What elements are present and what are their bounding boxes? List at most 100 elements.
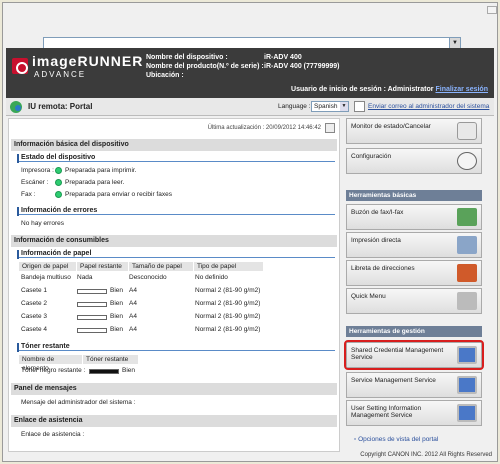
basic-tools-header: Herramientas básicas [346, 190, 482, 201]
user-setting-button[interactable]: User Setting Information Management Serv… [346, 400, 482, 426]
toner-name: Tóner negro restante : [21, 367, 86, 374]
paper-col-header: Origen de papel [19, 262, 77, 271]
language-select[interactable]: Spanish ▼ [311, 101, 349, 112]
paper-size: Desconocido [129, 274, 167, 281]
user-login-text: Usuario de inicio de sesión : Administra… [291, 86, 434, 93]
fax-icon [457, 208, 477, 226]
support-header: Enlace de asistencia [11, 415, 337, 427]
paper-col-header: Tamaño de papel [129, 262, 194, 271]
highlight-box [344, 340, 484, 370]
fax-box-label: Buzón de fax/I-fax [351, 209, 404, 216]
monitor-button[interactable]: Monitor de estado/Cancelar [346, 118, 482, 144]
product-name-label: Nombre del producto(N.º de serie) : [146, 63, 264, 70]
portal-options-label: Opciones de vista del portal [358, 436, 439, 443]
canon-logo-icon [12, 58, 28, 74]
status-label: Escáner : [21, 179, 49, 186]
address-book-icon [457, 264, 477, 282]
device-info-panel: Última actualización : 20/09/2012 14:46:… [8, 118, 340, 452]
paper-type: No definido [195, 274, 228, 281]
service-management-label: Service Management Service [351, 377, 436, 384]
config-button[interactable]: Configuración [346, 148, 482, 174]
user-login-info: Usuario de inicio de sesión : Administra… [291, 86, 488, 93]
screen-icon [457, 376, 477, 394]
paper-source: Casete 4 [21, 326, 48, 333]
status-value: Preparada para enviar o recibir faxes [65, 191, 172, 198]
paper-level-bar [77, 289, 107, 294]
chevron-down-icon: ▼ [340, 102, 348, 111]
paper-source: Bandeja multiuso [21, 274, 71, 281]
toner-col-header: Tóner restante [83, 355, 139, 364]
paper-remaining: Bien [110, 300, 124, 307]
paper-type: Normal 2 (81-90 g/m2) [195, 313, 261, 320]
paper-remaining: Nada [77, 274, 93, 281]
quick-menu-button[interactable]: Quick Menu [346, 288, 482, 314]
tools-panel: Monitor de estado/Cancelar Configuración… [344, 118, 486, 452]
device-name-label: Nombre del dispositivo : [146, 54, 228, 61]
device-status-header: Estado del dispositivo [17, 154, 335, 163]
quick-menu-label: Quick Menu [351, 293, 386, 300]
copyright: Copyright CANON INC. 2012 All Rights Res… [360, 452, 492, 458]
errors-value: No hay errores [21, 220, 64, 227]
address-book-button[interactable]: Libreta de direcciones [346, 260, 482, 286]
paper-source: Casete 3 [21, 313, 48, 320]
portal-icon [10, 101, 22, 113]
basic-info-header: Información básica del dispositivo [11, 139, 337, 151]
status-ok-icon [55, 191, 62, 198]
toner-col-header: Nombre de elemento [19, 355, 83, 372]
printer-icon [457, 236, 477, 254]
fax-box-button[interactable]: Buzón de fax/I-fax [346, 204, 482, 230]
paper-size: A4 [129, 300, 137, 307]
status-label: Fax : [21, 191, 36, 198]
product-logo-line1: imageRUNNER [32, 53, 144, 69]
device-header: imageRUNNER ADVANCE Nombre del dispositi… [6, 48, 494, 98]
screen-icon [457, 404, 477, 422]
mail-icon[interactable] [354, 101, 365, 112]
status-ok-icon [55, 167, 62, 174]
paper-size: A4 [129, 287, 137, 294]
product-name-value: iR-ADV 400 (77799999) [264, 63, 340, 70]
toner-value: Bien [122, 367, 136, 374]
last-update: Última actualización : 20/09/2012 14:46:… [207, 125, 321, 131]
device-name-value: iR-ADV 400 [264, 54, 302, 61]
paper-type: Normal 2 (81-90 g/m2) [195, 326, 261, 333]
admin-mail-link[interactable]: Enviar correo al administrador del siste… [368, 103, 489, 110]
direct-print-label: Impresión directa [351, 237, 401, 244]
language-value: Spanish [314, 103, 338, 110]
portal-title: IU remota: Portal [28, 102, 93, 111]
window-control-icon[interactable] [487, 6, 497, 14]
product-logo-line2: ADVANCE [34, 70, 87, 79]
status-ok-icon [55, 179, 62, 186]
mgmt-tools-header: Herramientas de gestión [346, 326, 482, 337]
config-button-label: Configuración [351, 153, 392, 160]
paper-level-bar [77, 302, 107, 307]
status-value: Preparada para imprimir. [65, 167, 137, 174]
messages-header: Panel de mensajes [11, 383, 337, 395]
address-dropdown-icon[interactable]: ▼ [449, 38, 460, 48]
refresh-icon[interactable] [325, 123, 335, 133]
paper-type: Normal 2 (81-90 g/m2) [195, 300, 261, 307]
user-setting-label: User Setting Information Management Serv… [351, 405, 422, 419]
paper-source: Casete 1 [21, 287, 48, 294]
status-value: Preparada para leer. [65, 179, 125, 186]
paper-header: Información de papel [17, 250, 335, 259]
gear-icon [457, 152, 477, 170]
paper-size: A4 [129, 313, 137, 320]
paper-col-header: Tipo de papel [194, 262, 264, 271]
address-book-label: Libreta de direcciones [351, 265, 415, 272]
paper-remaining: Bien [110, 287, 124, 294]
consumables-header: Información de consumibles [11, 235, 337, 247]
toner-table-header: Nombre de elemento Tóner restante [19, 355, 139, 372]
paper-level-bar [77, 328, 107, 333]
service-management-button[interactable]: Service Management Service [346, 372, 482, 398]
portal-options-link[interactable]: ▫ Opciones de vista del portal [354, 436, 438, 443]
logout-link[interactable]: Finalizar sesión [435, 86, 488, 93]
toner-level-bar [89, 369, 119, 374]
errors-header: Información de errores [17, 207, 335, 216]
messages-value: Mensaje del administrador del sistema : [21, 399, 136, 406]
direct-print-button[interactable]: Impresión directa [346, 232, 482, 258]
toner-header: Tóner restante [17, 343, 335, 352]
quick-menu-icon [457, 292, 477, 310]
monitor-icon [457, 122, 477, 140]
portal-bar: IU remota: Portal Language : Spanish ▼ E… [6, 98, 494, 116]
paper-size: A4 [129, 326, 137, 333]
